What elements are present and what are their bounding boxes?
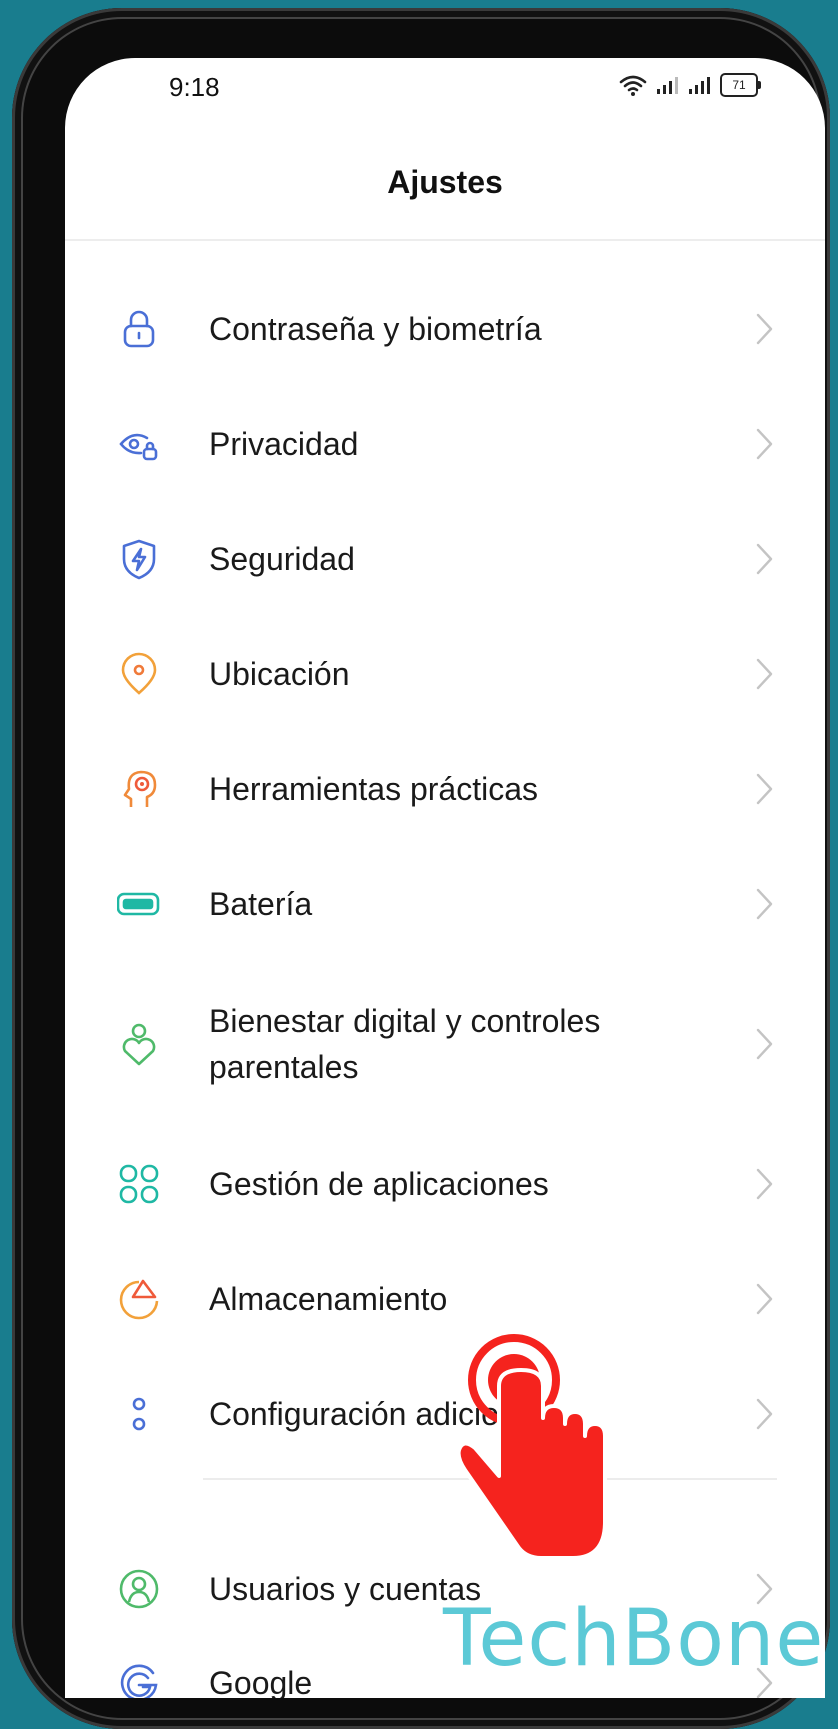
page-title: Ajustes	[387, 164, 503, 200]
chevron-right-icon	[756, 1398, 773, 1430]
battery-icon	[117, 882, 161, 926]
settings-item-password[interactable]: Contraseña y biometría	[65, 284, 825, 374]
battery-indicator: 71	[720, 73, 761, 97]
settings-item-battery[interactable]: Batería	[65, 859, 825, 949]
header-divider	[65, 239, 825, 241]
chevron-right-icon	[756, 1168, 773, 1200]
settings-item-label: Configuración adicional	[209, 1396, 542, 1432]
settings-item-label: Bienestar digital y controles parentales	[209, 1003, 601, 1085]
settings-item-label: Gestión de aplicaciones	[209, 1166, 549, 1202]
settings-item-additional[interactable]: Configuración adicional	[65, 1369, 825, 1459]
shield-bolt-icon	[117, 537, 161, 581]
status-bar: 9:18 71	[65, 58, 825, 118]
settings-item-wellbeing[interactable]: Bienestar digital y controles parentales	[65, 974, 825, 1114]
location-pin-icon	[117, 652, 161, 696]
tap-gesture-hand-icon	[456, 1334, 607, 1560]
signal-icon-sim2	[689, 77, 710, 94]
lock-icon	[117, 307, 161, 351]
watermark: TechBone	[443, 1594, 825, 1684]
tools-head-icon	[117, 767, 161, 811]
chevron-right-icon	[756, 1028, 773, 1060]
screen: 9:18 71 Ajustes Contraseña y biometría P…	[65, 58, 825, 1698]
chevron-right-icon	[756, 773, 773, 805]
status-icons: 71	[618, 70, 761, 100]
settings-item-label: Herramientas prácticas	[209, 771, 538, 807]
google-icon	[117, 1661, 161, 1698]
settings-item-tools[interactable]: Herramientas prácticas	[65, 744, 825, 834]
settings-item-label: Contraseña y biometría	[209, 311, 542, 347]
chevron-right-icon	[756, 428, 773, 460]
chevron-right-icon	[756, 658, 773, 690]
chevron-right-icon	[756, 313, 773, 345]
wellbeing-heart-icon	[117, 1022, 161, 1066]
settings-item-privacy[interactable]: Privacidad	[65, 399, 825, 489]
signal-icon-sim1	[657, 77, 678, 94]
privacy-eye-icon	[117, 422, 161, 466]
chevron-right-icon	[756, 543, 773, 575]
settings-item-security[interactable]: Seguridad	[65, 514, 825, 604]
wifi-icon	[619, 75, 647, 96]
status-time: 9:18	[169, 72, 220, 102]
phone-frame: 9:18 71 Ajustes Contraseña y biometría P…	[12, 8, 830, 1729]
settings-item-label: Privacidad	[209, 426, 359, 462]
storage-pie-icon	[117, 1277, 161, 1321]
settings-item-label: Ubicación	[209, 656, 350, 692]
users-icon	[117, 1567, 161, 1611]
more-dots-icon	[117, 1392, 161, 1436]
settings-item-storage[interactable]: Almacenamiento	[65, 1254, 825, 1344]
settings-item-apps[interactable]: Gestión de aplicaciones	[65, 1139, 825, 1229]
settings-item-label: Batería	[209, 886, 313, 922]
chevron-right-icon	[756, 1283, 773, 1315]
chevron-right-icon	[756, 888, 773, 920]
settings-item-location[interactable]: Ubicación	[65, 629, 825, 719]
settings-item-label: Seguridad	[209, 541, 355, 577]
settings-item-label: Almacenamiento	[209, 1281, 448, 1317]
apps-grid-icon	[117, 1162, 161, 1206]
